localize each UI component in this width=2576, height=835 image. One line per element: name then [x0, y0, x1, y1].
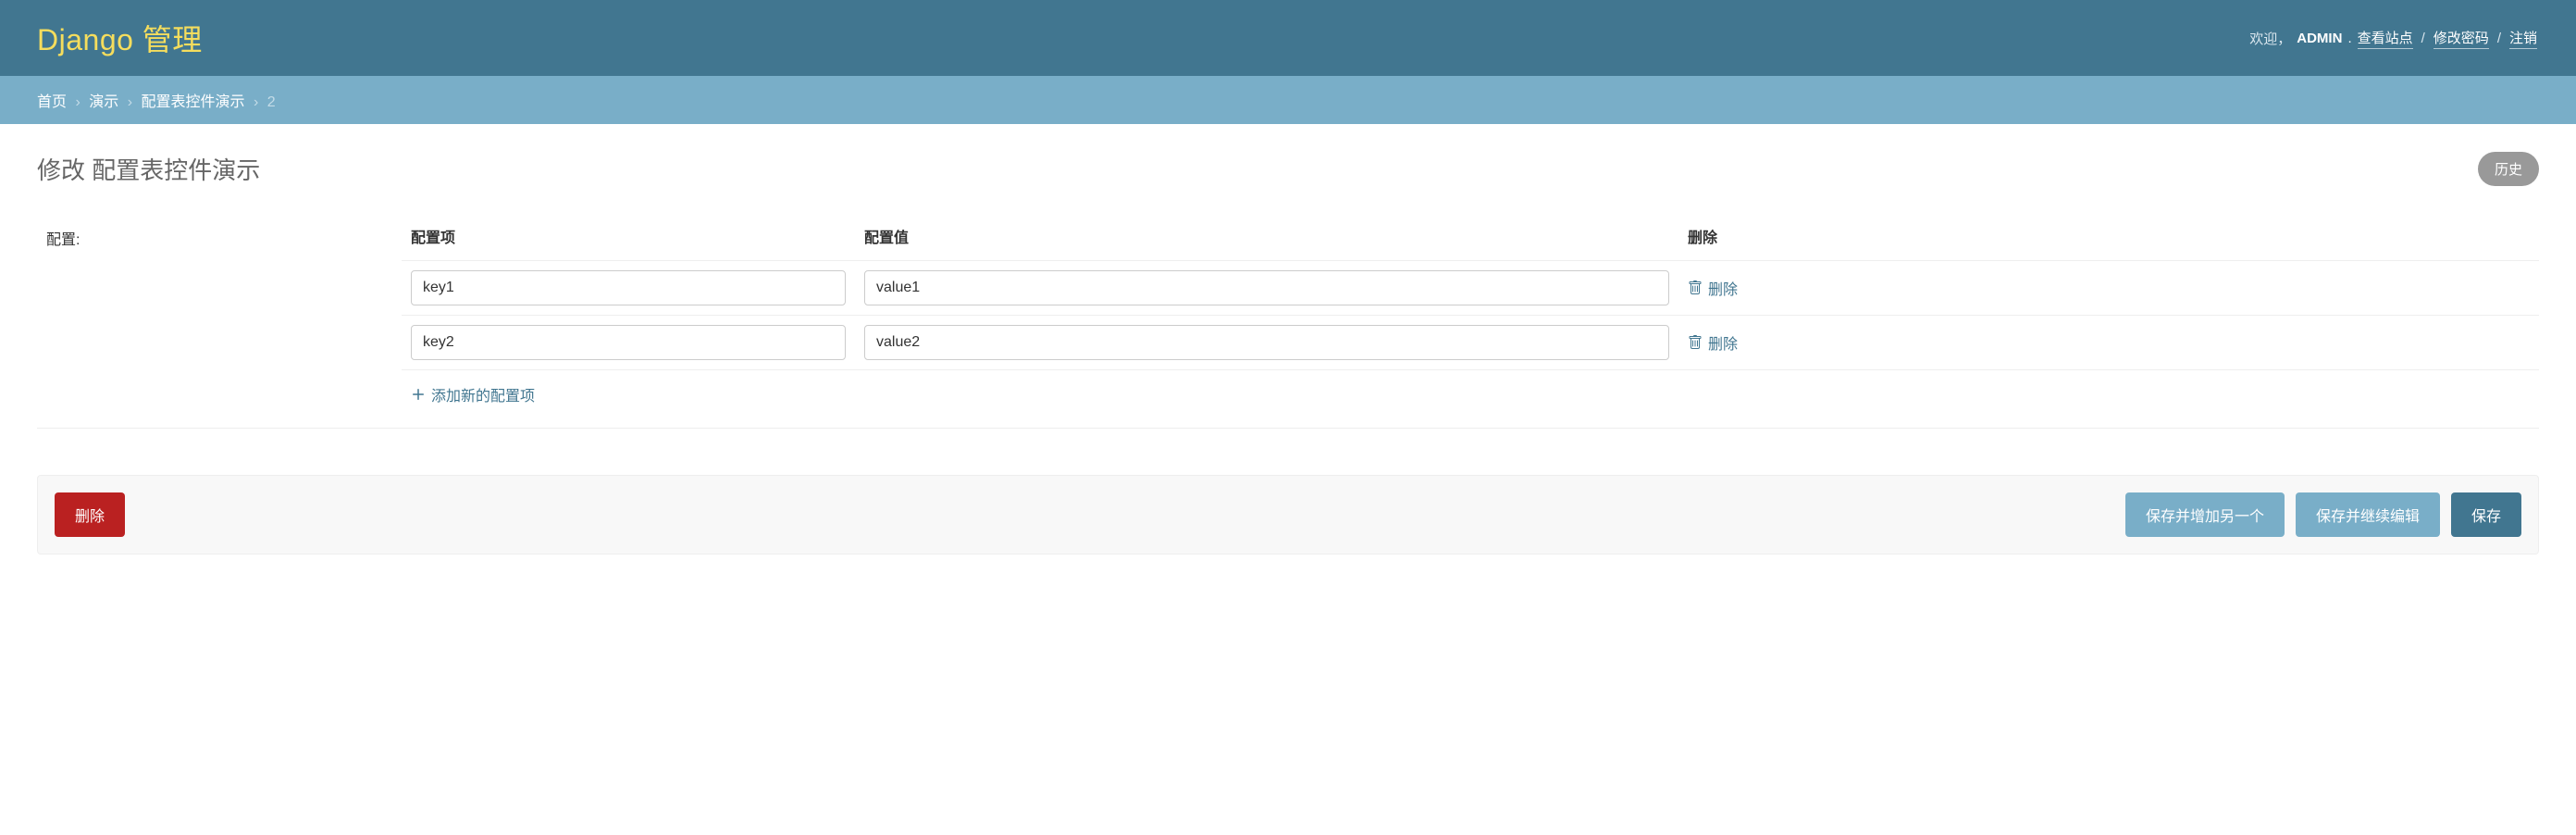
config-key-input[interactable] [411, 270, 846, 305]
breadcrumb-app[interactable]: 演示 [89, 94, 118, 110]
welcome-text: 欢迎， [2249, 29, 2291, 48]
config-field: 配置项 配置值 删除 [402, 225, 2539, 413]
config-key-input[interactable] [411, 325, 846, 360]
delete-row-label: 删除 [1708, 331, 1738, 354]
view-site-link[interactable]: 查看站点 [2358, 28, 2413, 49]
config-form-row: 配置: 配置项 配置值 删除 [37, 210, 2539, 429]
site-branding[interactable]: Django 管理 [37, 17, 203, 59]
config-value-input[interactable] [864, 325, 1669, 360]
config-value-input[interactable] [864, 270, 1669, 305]
logout-link[interactable]: 注销 [2509, 28, 2537, 49]
change-password-link[interactable]: 修改密码 [2434, 28, 2489, 49]
separator: / [2497, 31, 2501, 46]
save-continue-button[interactable]: 保存并继续编辑 [2296, 492, 2440, 537]
delete-row-label: 删除 [1708, 277, 1738, 299]
table-row: 删除 [402, 316, 2539, 370]
breadcrumb-model[interactable]: 配置表控件演示 [142, 94, 245, 110]
separator: / [2421, 31, 2425, 46]
plus-icon [411, 387, 426, 402]
history-button[interactable]: 历史 [2478, 152, 2539, 186]
dot: . [2347, 31, 2351, 46]
table-row: 删除 [402, 261, 2539, 316]
breadcrumb-current: 2 [267, 94, 276, 110]
page-title: 修改 配置表控件演示 [37, 152, 260, 186]
admin-header: Django 管理 欢迎， ADMIN. 查看站点 / 修改密码 / 注销 [0, 0, 2576, 76]
delete-row-link[interactable]: 删除 [1688, 331, 1738, 354]
trash-icon [1688, 280, 1703, 295]
add-row-link[interactable]: 添加新的配置项 [402, 370, 544, 413]
save-add-another-button[interactable]: 保存并增加另一个 [2125, 492, 2285, 537]
content: 修改 配置表控件演示 历史 配置: 配置项 配置值 删除 [0, 124, 2576, 592]
breadcrumb-sep: › [75, 94, 80, 110]
save-button[interactable]: 保存 [2451, 492, 2521, 537]
config-table: 配置项 配置值 删除 [402, 225, 2539, 370]
content-header: 修改 配置表控件演示 历史 [37, 152, 2539, 186]
user-tools: 欢迎， ADMIN. 查看站点 / 修改密码 / 注销 [2249, 28, 2539, 49]
add-row-label: 添加新的配置项 [431, 383, 535, 405]
breadcrumb-sep: › [254, 94, 258, 110]
trash-icon [1688, 335, 1703, 350]
header-delete: 删除 [1678, 225, 2539, 261]
delete-row-link[interactable]: 删除 [1688, 277, 1738, 299]
header-value: 配置值 [855, 225, 1678, 261]
username: ADMIN [2297, 31, 2342, 46]
submit-row: 删除 保存并增加另一个 保存并继续编辑 保存 [37, 475, 2539, 555]
header-key: 配置项 [402, 225, 855, 261]
delete-button[interactable]: 删除 [55, 492, 125, 537]
breadcrumb: 首页 › 演示 › 配置表控件演示 › 2 [0, 76, 2576, 124]
breadcrumb-home[interactable]: 首页 [37, 94, 67, 110]
breadcrumb-sep: › [128, 94, 132, 110]
config-label: 配置: [37, 225, 402, 413]
